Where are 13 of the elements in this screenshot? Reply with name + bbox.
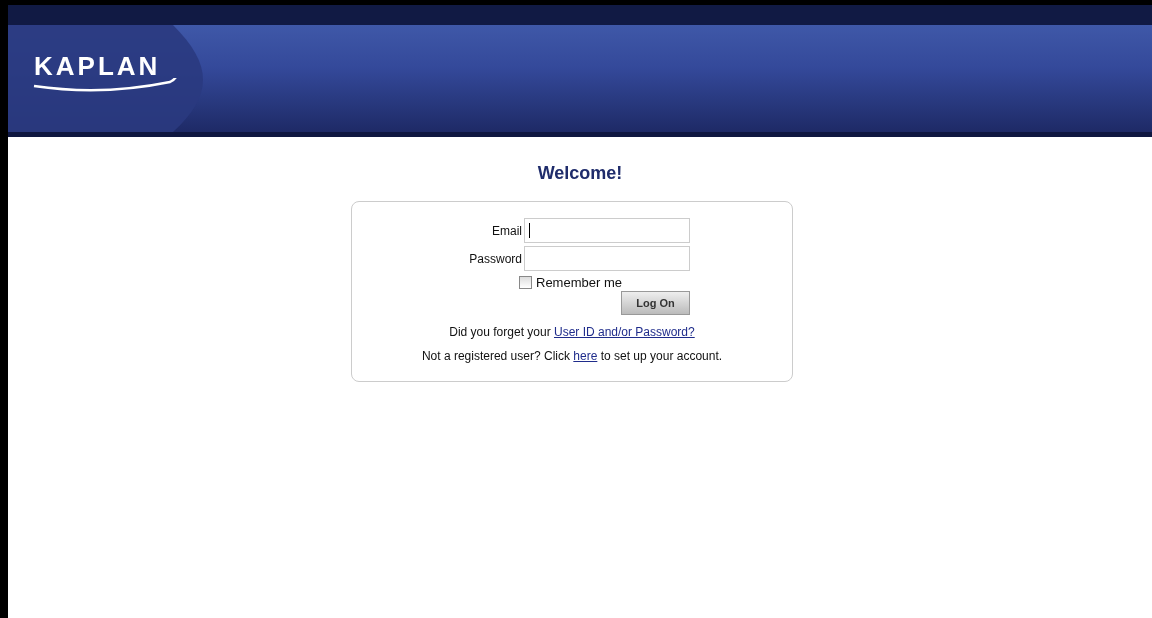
- forgot-text: Did you forget your User ID and/or Password?: [448, 325, 696, 339]
- register-text: Not a registered user? Click here to set up your account.: [420, 349, 724, 363]
- checkbox-label: Remember me: [536, 275, 622, 290]
- logo-text: KAPLAN: [34, 51, 162, 82]
- input-field[interactable]: [524, 218, 690, 243]
- checkbox[interactable]: [519, 276, 532, 289]
- input-field[interactable]: [524, 246, 690, 271]
- log-on-button[interactable]: Log On: [621, 291, 690, 315]
- recover-link[interactable]: User ID and/or Password?: [554, 325, 695, 339]
- field-label: Email: [491, 223, 523, 238]
- welcome-heading: Welcome!: [536, 163, 624, 184]
- register-link[interactable]: here: [573, 349, 598, 363]
- field-label: Password: [468, 251, 523, 266]
